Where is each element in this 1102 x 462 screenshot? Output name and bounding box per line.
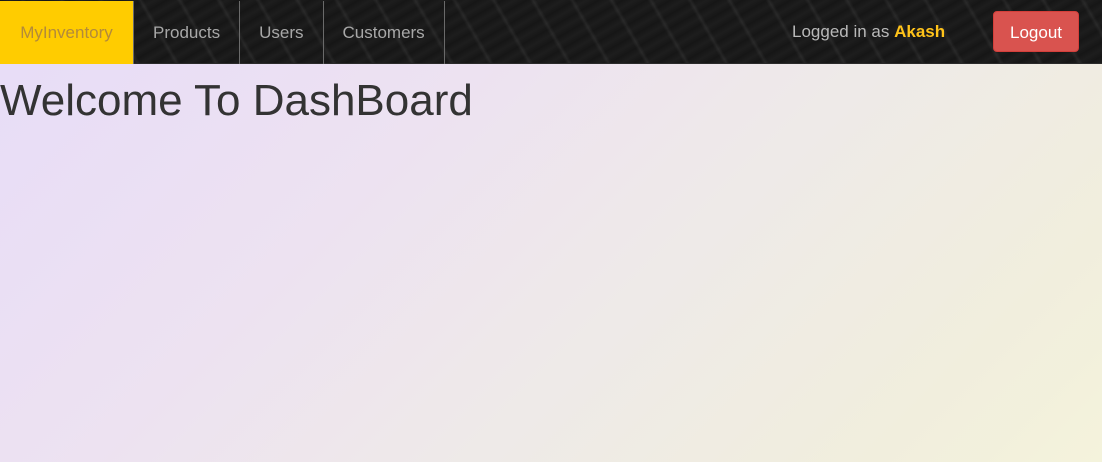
nav-item-label: Products — [153, 23, 221, 42]
user-name: Akash — [894, 22, 946, 41]
nav-item-products[interactable]: Products — [133, 1, 241, 64]
logout-button[interactable]: Logout — [993, 11, 1079, 52]
nav-item-users[interactable]: Users — [240, 1, 324, 64]
logged-in-status: Logged in as Akash — [792, 0, 945, 64]
brand-label: MyInventory — [20, 23, 113, 42]
nav-item-label: Customers — [342, 23, 425, 42]
page-title: Welcome To DashBoard — [0, 76, 473, 125]
brand-link[interactable]: MyInventory — [0, 1, 133, 64]
nav-item-label: Users — [259, 23, 304, 42]
nav-menu: Products Users Customers — [133, 1, 445, 64]
logged-in-prefix: Logged in as — [792, 22, 890, 41]
top-navbar: MyInventory Products Users Customers Log… — [0, 0, 1102, 64]
nav-item-customers[interactable]: Customers — [324, 1, 445, 64]
